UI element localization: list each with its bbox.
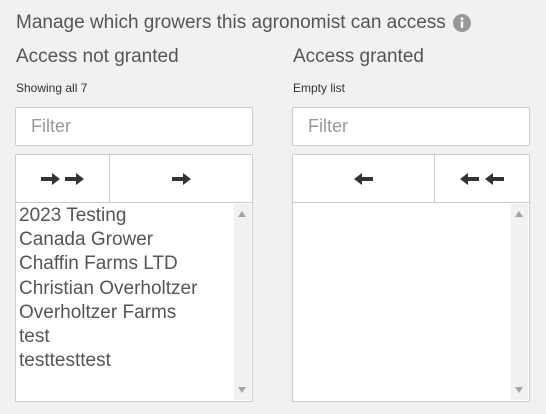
available-button-row	[15, 154, 253, 203]
list-item[interactable]: testtesttest	[19, 349, 252, 373]
available-listbox[interactable]: 2023 Testing Canada Grower Chaffin Farms L…	[15, 203, 253, 402]
double-arrow-right-icon	[40, 172, 84, 185]
scroll-down-arrow-icon[interactable]	[238, 387, 246, 393]
scroll-up-arrow-icon[interactable]	[238, 211, 246, 217]
available-panel: Access not granted Showing all 7 2023 Te…	[15, 44, 253, 402]
available-title: Access not granted	[16, 46, 179, 67]
granted-panel: Access granted Empty list	[292, 44, 530, 402]
available-scrollbar[interactable]	[234, 204, 251, 400]
list-item[interactable]: Canada Grower	[19, 228, 252, 252]
list-item[interactable]: Chaffin Farms LTD	[19, 252, 252, 276]
granted-scrollbar[interactable]	[511, 204, 528, 400]
page-heading: Manage which growers this agronomist can…	[16, 11, 471, 35]
available-info: Showing all 7	[16, 81, 88, 95]
move-all-button[interactable]	[16, 155, 110, 202]
page-title: Manage which growers this agronomist can…	[16, 12, 446, 33]
available-items: 2023 Testing Canada Grower Chaffin Farms L…	[16, 203, 252, 373]
granted-button-row	[292, 154, 530, 203]
granted-items	[293, 203, 529, 204]
double-arrow-left-icon	[460, 172, 504, 185]
arrow-right-icon	[171, 172, 191, 185]
remove-selected-button[interactable]	[293, 155, 435, 202]
granted-title: Access granted	[293, 46, 424, 67]
dual-listbox-widget: Manage which growers this agronomist can…	[0, 0, 546, 414]
scroll-up-arrow-icon[interactable]	[515, 211, 523, 217]
info-circle-icon[interactable]	[452, 14, 471, 32]
list-item[interactable]: 2023 Testing	[19, 204, 252, 228]
remove-all-button[interactable]	[435, 155, 529, 202]
list-item[interactable]: Christian Overholtzer	[19, 277, 252, 301]
list-item[interactable]: test	[19, 325, 252, 349]
move-selected-button[interactable]	[110, 155, 252, 202]
arrow-left-icon	[354, 172, 373, 185]
granted-filter-input[interactable]	[292, 107, 530, 146]
available-filter-input[interactable]	[15, 107, 253, 146]
granted-info: Empty list	[293, 81, 346, 95]
list-item[interactable]: Overholtzer Farms	[19, 301, 252, 325]
scroll-down-arrow-icon[interactable]	[515, 387, 523, 393]
granted-listbox[interactable]	[292, 203, 530, 402]
